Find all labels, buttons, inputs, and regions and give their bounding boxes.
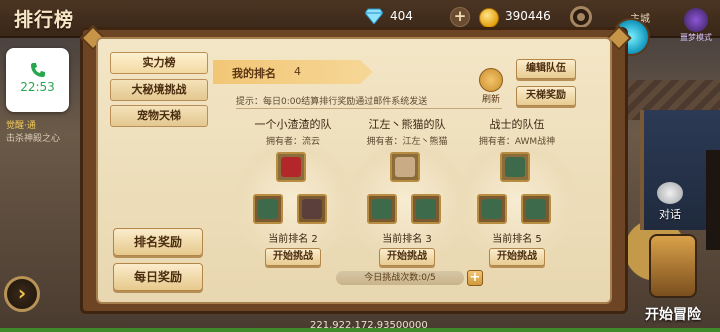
tree-spirit-pet-icon bbox=[395, 157, 415, 177]
opponent-team-card: 江左丶熊猫的队 拥有者：江左丶熊猫 当前排名 3 开始挑战 bbox=[344, 116, 470, 266]
call-time: 22:53 bbox=[20, 80, 55, 94]
team-name: 战士的队伍 bbox=[489, 118, 545, 131]
gold-count: 390446 bbox=[505, 9, 551, 23]
start-adventure-label: 开始冒险 bbox=[645, 307, 701, 323]
expand-menu-button[interactable]: › bbox=[4, 276, 40, 312]
talk-label: 对话 bbox=[659, 208, 681, 221]
current-rank: 当前排名 2 bbox=[238, 230, 348, 245]
my-rank-label: 我的排名 bbox=[232, 67, 276, 80]
team-owner: 拥有者：AWM战神 bbox=[478, 137, 556, 147]
rank-reward-button[interactable]: 排名奖励 bbox=[113, 228, 203, 256]
page-title: 排行榜 bbox=[14, 9, 75, 31]
start-challenge-button[interactable]: 开始挑战 bbox=[265, 248, 321, 266]
current-rank: 当前排名 5 bbox=[462, 230, 572, 245]
reward-tip: 提示：每日0:00结算排行奖励通过邮件系统发送 bbox=[236, 97, 428, 107]
nightmare-mode-button[interactable]: 噩梦模式 bbox=[676, 8, 716, 44]
pet-slot[interactable] bbox=[367, 194, 397, 224]
my-rank-value: 4 bbox=[294, 65, 301, 78]
add-challenge-button[interactable]: + bbox=[467, 270, 483, 286]
eye-icon bbox=[684, 8, 708, 32]
current-rank: 当前排名 3 bbox=[352, 230, 462, 245]
pet-slot[interactable] bbox=[411, 194, 441, 224]
settings-gear-icon[interactable] bbox=[570, 6, 592, 28]
diamond-icon bbox=[365, 8, 383, 24]
pet-slot[interactable] bbox=[521, 194, 551, 224]
refresh-button[interactable]: 刷新 bbox=[478, 68, 504, 105]
daily-reward-button[interactable]: 每日奖励 bbox=[113, 263, 203, 291]
chat-bubble-icon bbox=[657, 182, 683, 204]
gold-coin-icon bbox=[479, 8, 499, 28]
opponent-team-card: 战士的队伍 拥有者：AWM战神 当前排名 5 开始挑战 bbox=[454, 116, 580, 266]
ladder-reward-button[interactable]: 天梯奖励 bbox=[516, 86, 576, 106]
challenge-count: 今日挑战次数:0/5 bbox=[336, 271, 464, 285]
tab-secret-realm[interactable]: 大秘境挑战 bbox=[110, 79, 208, 101]
current-rank-value: 2 bbox=[311, 234, 318, 245]
current-rank-label: 当前排名 bbox=[268, 234, 309, 245]
divider bbox=[236, 108, 502, 109]
experience-bar bbox=[0, 328, 720, 332]
tab-pet-ladder[interactable]: 宠物天梯 bbox=[110, 105, 208, 127]
gem-count: 404 bbox=[390, 9, 413, 23]
beast-pet-icon bbox=[302, 199, 322, 219]
golem-pet-icon bbox=[505, 157, 525, 177]
current-rank-value: 3 bbox=[425, 234, 432, 245]
golem-pet-icon bbox=[482, 199, 502, 219]
start-challenge-button[interactable]: 开始挑战 bbox=[489, 248, 545, 266]
team-owner: 拥有者：流云 bbox=[265, 137, 320, 147]
quest-title: 觉醒·通 bbox=[6, 121, 36, 131]
mode-label: 噩梦模式 bbox=[680, 33, 712, 42]
golem-pet-icon bbox=[526, 199, 546, 219]
current-rank-label: 当前排名 bbox=[492, 234, 533, 245]
adventure-icon bbox=[649, 234, 697, 298]
call-status-card[interactable]: 22:53 bbox=[6, 48, 69, 112]
golem-pet-icon bbox=[416, 199, 436, 219]
refresh-icon bbox=[479, 68, 503, 92]
quest-tracker[interactable]: 觉醒·通 击杀神殿之心 bbox=[6, 120, 76, 146]
opponent-team-card: 一个小渣渣的队 拥有者：流云 当前排名 2 开始挑战 bbox=[230, 116, 356, 266]
leader-pet-slot[interactable] bbox=[276, 152, 306, 182]
current-rank-value: 5 bbox=[535, 234, 542, 245]
edit-team-button[interactable]: 编辑队伍 bbox=[516, 59, 576, 79]
phone-icon bbox=[30, 63, 45, 77]
leader-pet-slot[interactable] bbox=[500, 152, 530, 182]
quest-objective: 击杀神殿之心 bbox=[6, 134, 61, 144]
pet-slot[interactable] bbox=[253, 194, 283, 224]
pet-slot[interactable] bbox=[297, 194, 327, 224]
team-name: 一个小渣渣的队 bbox=[254, 118, 332, 131]
current-rank-label: 当前排名 bbox=[382, 234, 423, 245]
talk-button[interactable]: 对话 bbox=[650, 182, 690, 222]
start-adventure-button[interactable]: 开始冒险 bbox=[633, 234, 713, 326]
leader-pet-slot[interactable] bbox=[390, 152, 420, 182]
tab-power-ranking[interactable]: 实力榜 bbox=[110, 52, 208, 74]
red-dragon-pet-icon bbox=[281, 157, 301, 177]
team-name: 江左丶熊猫的队 bbox=[368, 118, 446, 131]
add-gems-button[interactable]: + bbox=[450, 7, 470, 27]
start-challenge-button[interactable]: 开始挑战 bbox=[379, 248, 435, 266]
pet-slot[interactable] bbox=[477, 194, 507, 224]
golem-pet-icon bbox=[258, 199, 278, 219]
team-owner: 拥有者：江左丶熊猫 bbox=[366, 137, 448, 147]
golem-pet-icon bbox=[372, 199, 392, 219]
refresh-label: 刷新 bbox=[481, 95, 500, 105]
